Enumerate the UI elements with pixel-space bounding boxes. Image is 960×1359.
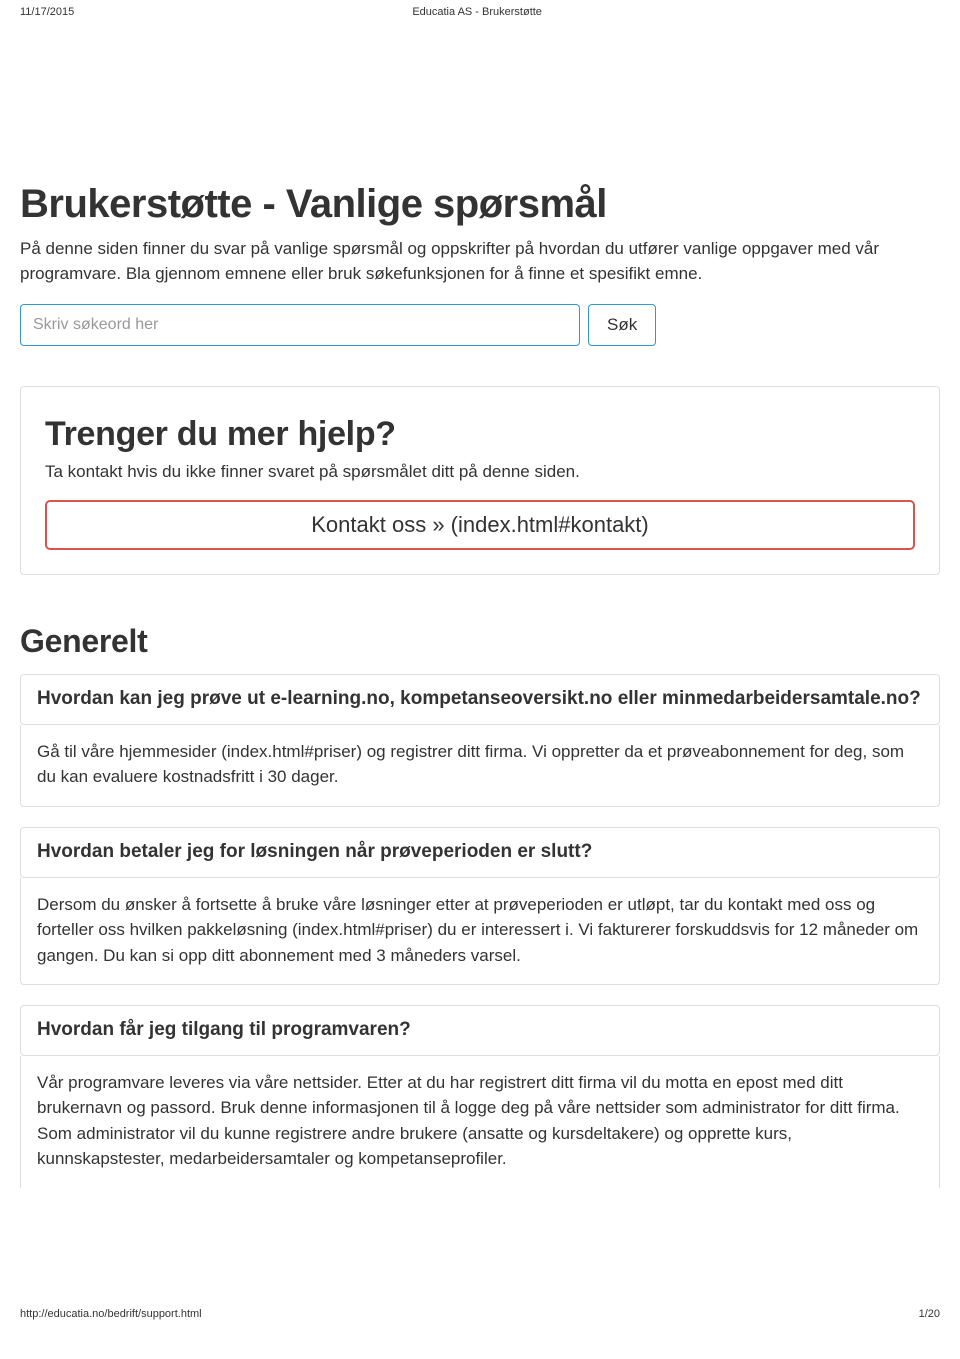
search-input[interactable] [20,304,580,346]
help-subtitle: Ta kontakt hvis du ikke finner svaret på… [45,462,915,482]
page-intro: På denne siden finner du svar på vanlige… [20,237,940,286]
faq-question[interactable]: Hvordan betaler jeg for løsningen når pr… [20,827,940,878]
faq-item: Hvordan kan jeg prøve ut e-learning.no, … [20,674,940,807]
print-url: http://educatia.no/bedrift/support.html [20,1308,202,1320]
section-title: Generelt [20,623,940,660]
faq-question[interactable]: Hvordan kan jeg prøve ut e-learning.no, … [20,674,940,725]
faq-answer: Gå til våre hjemmesider (index.html#pris… [20,725,940,807]
print-header: 11/17/2015 Educatia AS - Brukerstøtte [0,0,960,22]
faq-item: Hvordan betaler jeg for løsningen når pr… [20,827,940,985]
faq-answer: Vår programvare leveres via våre nettsid… [20,1056,940,1188]
faq-answer: Dersom du ønsker å fortsette å bruke vår… [20,878,940,986]
faq-question[interactable]: Hvordan får jeg tilgang til programvaren… [20,1005,940,1056]
faq-item: Hvordan får jeg tilgang til programvaren… [20,1005,940,1188]
search-row: Søk [20,304,940,346]
print-page: 1/20 [919,1308,940,1320]
contact-button[interactable]: Kontakt oss » (index.html#kontakt) [45,500,915,550]
print-title: Educatia AS - Brukerstøtte [412,6,542,18]
print-footer: http://educatia.no/bedrift/support.html … [0,1228,960,1328]
print-date: 11/17/2015 [20,6,74,18]
page-title: Brukerstøtte - Vanlige spørsmål [20,182,940,227]
search-button[interactable]: Søk [588,304,656,346]
help-panel: Trenger du mer hjelp? Ta kontakt hvis du… [20,386,940,575]
help-title: Trenger du mer hjelp? [45,415,915,454]
